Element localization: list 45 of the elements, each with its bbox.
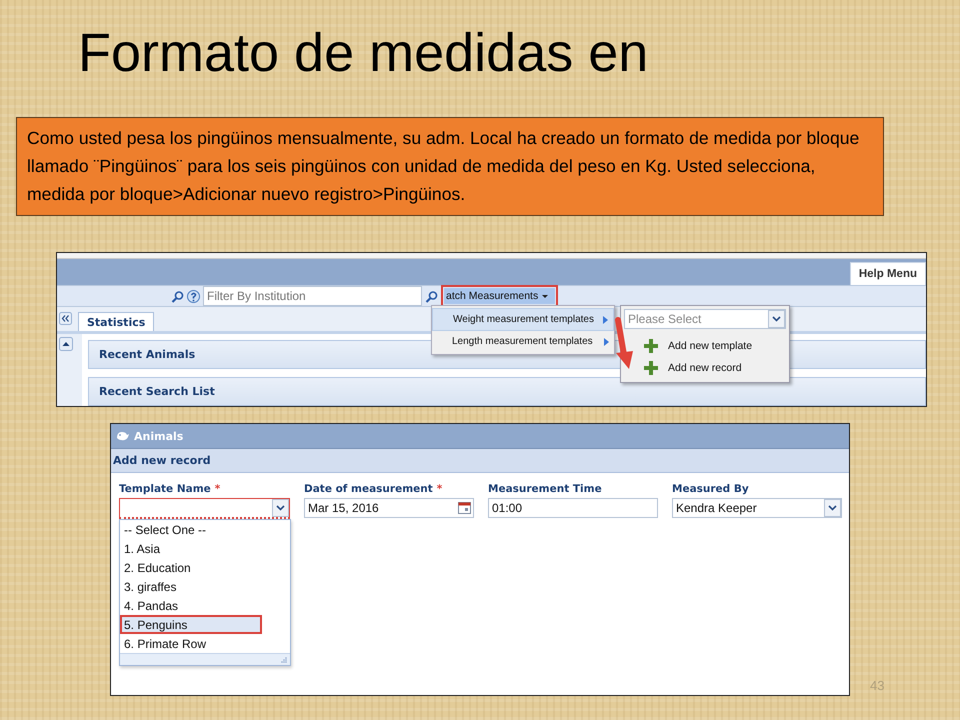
- list-option[interactable]: 2. Education: [120, 558, 290, 577]
- required-mark: *: [436, 483, 442, 495]
- search-icon: [425, 290, 438, 302]
- panel-header[interactable]: Recent Search List: [88, 377, 926, 406]
- menu-item[interactable]: Length measurement templates: [432, 331, 614, 352]
- list-option[interactable]: 5. Penguins: [120, 615, 262, 634]
- tab[interactable]: Statistics: [78, 312, 154, 331]
- list-option[interactable]: 6. Primate Row: [120, 634, 290, 653]
- slide-title: Formato de medidas en: [78, 22, 650, 85]
- field-label: Measurement Time: [488, 483, 602, 495]
- menu-item[interactable]: Weight measurement templates: [432, 308, 614, 331]
- field-label: Date of measurement: [304, 483, 433, 495]
- list-option[interactable]: 3. giraffes: [120, 577, 290, 596]
- plus-icon: [644, 339, 658, 353]
- animal-icon: [115, 429, 130, 443]
- combo-field[interactable]: [119, 498, 290, 519]
- list-option[interactable]: 4. Pandas: [120, 596, 290, 615]
- field-label: Template Name: [119, 483, 211, 495]
- resize-grip-icon: [280, 656, 288, 664]
- calendar-icon: [456, 499, 473, 517]
- required-mark: *: [214, 483, 220, 495]
- section-header: Add new record: [111, 449, 849, 473]
- dropdown-icon: [272, 499, 289, 517]
- plus-icon: [644, 361, 658, 375]
- field-label: Measured By: [672, 483, 749, 495]
- menu-item[interactable]: Add new template: [644, 335, 752, 357]
- list-option[interactable]: 1. Asia: [120, 539, 290, 558]
- dropdown-icon: [824, 499, 841, 517]
- dropdown-icon: [768, 310, 785, 328]
- help-menu-tab[interactable]: Help Menu: [850, 262, 926, 285]
- template-select[interactable]: Please Select: [624, 309, 786, 329]
- chevron-right-icon: [602, 314, 609, 324]
- menu-item[interactable]: Add new record: [644, 357, 742, 379]
- combo-field[interactable]: Kendra Keeper: [672, 498, 842, 518]
- caret-icon: [541, 294, 550, 298]
- panel-title: Animals: [134, 430, 184, 442]
- date-field[interactable]: Mar 15, 2016: [304, 498, 474, 518]
- instruction-note: Como usted pesa los pingüinos mensualmente, su adm. Local ha creado un formato de medida por bloque llamado ¨Pingüinos¨ para los seis pingüinos con unidad de medida del peso en Kg. Usted selecciona, medida por bloque>Adicionar nuevo registro>Pingüinos.: [16, 117, 884, 216]
- list-option[interactable]: -- Select One --: [120, 520, 290, 539]
- search-icon: [171, 290, 184, 302]
- batch-measurements-button[interactable]: atch Measurements: [444, 288, 556, 304]
- filter-field[interactable]: Filter By Institution: [203, 286, 422, 306]
- help-icon: [187, 290, 200, 302]
- time-field[interactable]: 01:00: [488, 498, 658, 518]
- chevron-right-icon: [603, 336, 610, 346]
